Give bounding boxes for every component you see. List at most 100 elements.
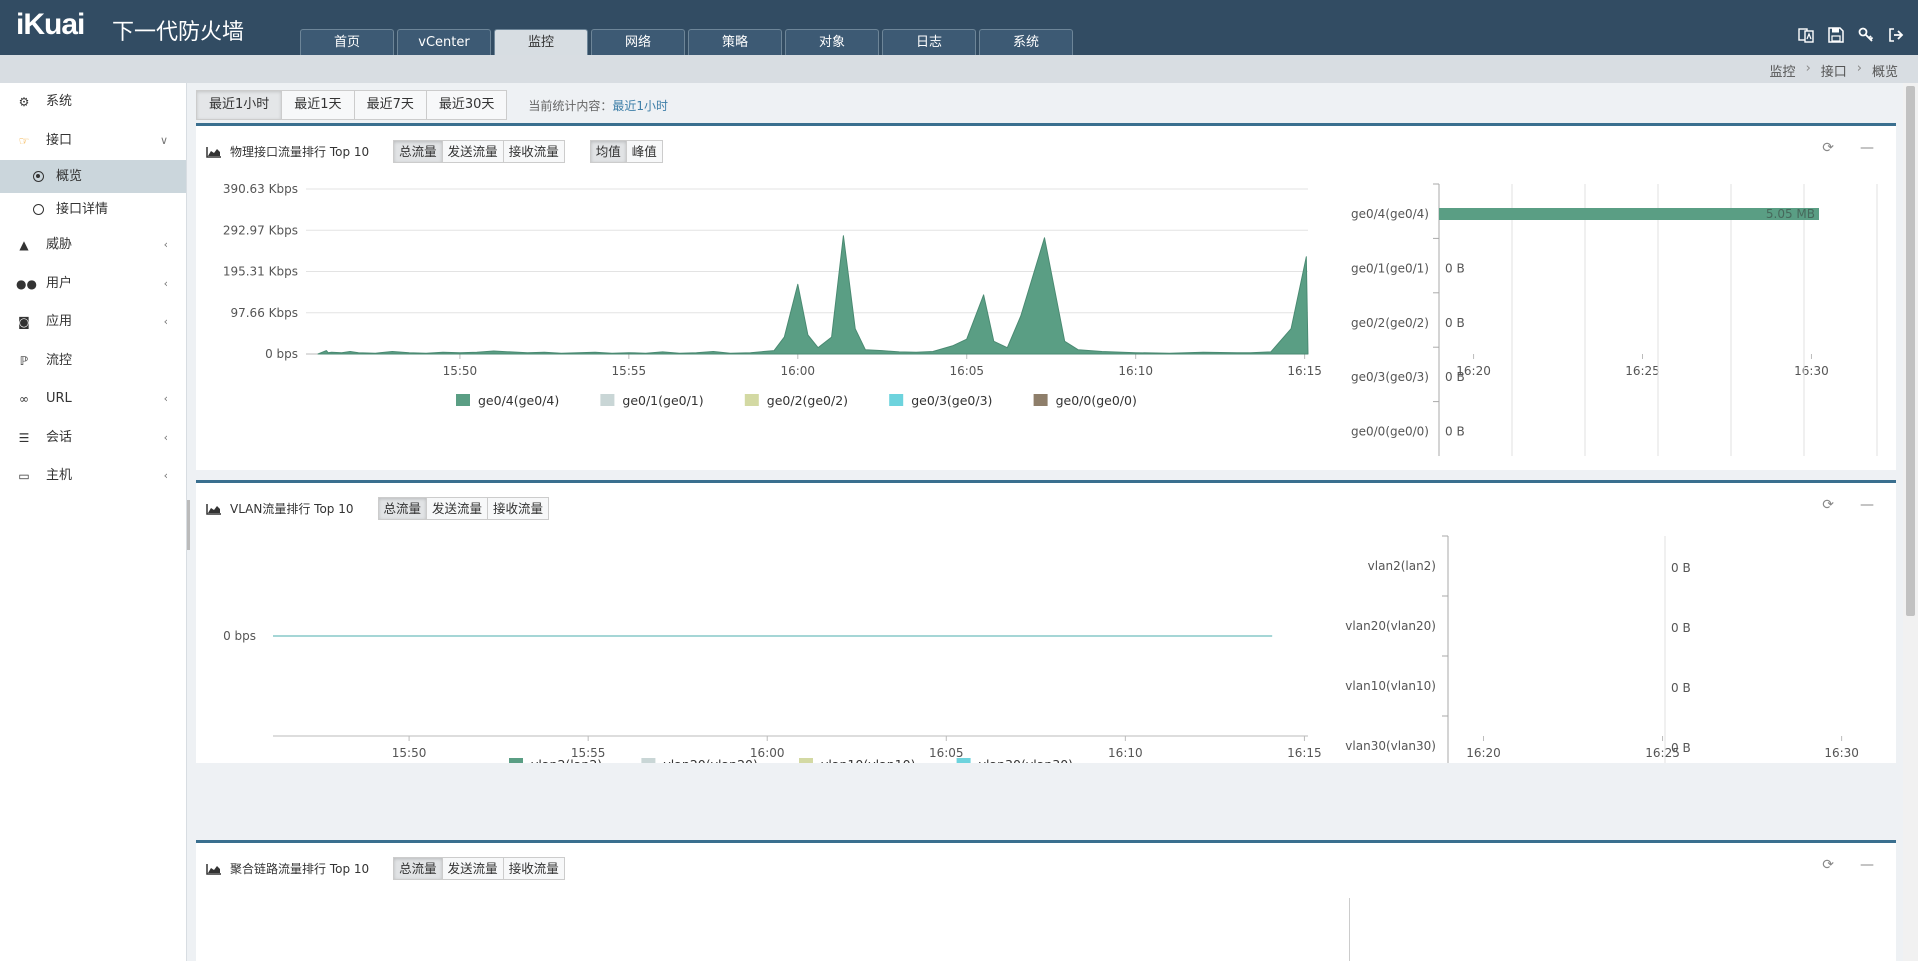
sidebar-item-label: URL — [46, 391, 72, 406]
panel-tools: ⟳ — — [1822, 857, 1874, 873]
nav-tab-vcenter[interactable]: vCenter — [397, 29, 491, 55]
chevron-left-icon: ‹ — [163, 315, 168, 328]
sidebar-item-flow-control[interactable]: ℙ 流控 — [0, 342, 186, 381]
x-tick-label: 16:15 — [1287, 364, 1322, 378]
logout-icon[interactable] — [1888, 27, 1904, 43]
aggregate-link-panel: 聚合链路流量排行 Top 10 总流量 发送流量 接收流量 ⟳ — — [196, 840, 1896, 961]
sidebar-item-label: 主机 — [46, 468, 73, 483]
bar-value-label: 0 B — [1445, 261, 1465, 275]
traffic-type-tabs: 总流量 发送流量 接收流量 — [393, 857, 565, 880]
bar-category-label: vlan10(vlan10) — [1345, 679, 1436, 693]
sidebar-subitem-interface-detail[interactable]: 接口详情 — [0, 193, 186, 226]
legend-label: ge0/1(ge0/1) — [622, 393, 703, 408]
sidebar-item-label: 流控 — [46, 352, 73, 368]
sidebar-item-label: 接口 — [46, 132, 73, 148]
current-stat-label: 当前统计内容：最近1小时 — [528, 97, 668, 114]
x-tick-label: 16:10 — [1118, 364, 1153, 378]
nav-tab-monitor[interactable]: 监控 — [494, 29, 588, 55]
sidebar-subitem-label: 接口详情 — [56, 202, 109, 217]
physical-interface-panel: 物理接口流量排行 Top 10 总流量 发送流量 接收流量 均值 峰值 ⟳ — … — [196, 123, 1896, 470]
sidebar-item-label: 应用 — [46, 314, 73, 329]
sidebar-item-label: 用户 — [46, 275, 73, 291]
nav-tab-home[interactable]: 首页 — [300, 29, 394, 55]
legend-label: vlan30(vlan30) — [979, 757, 1073, 763]
desktop-icon: ▭ — [18, 469, 30, 483]
panel-header: 聚合链路流量排行 Top 10 总流量 发送流量 接收流量 — [206, 857, 590, 880]
chevron-left-icon: ‹ — [163, 469, 168, 482]
nav-tab-object[interactable]: 对象 — [785, 29, 879, 55]
breadcrumb-monitor[interactable]: 监控 — [1770, 61, 1796, 80]
chevron-left-icon: ‹ — [163, 392, 168, 405]
sidebar-item-url[interactable]: ∞ URL ‹ — [0, 380, 186, 419]
bar-value-label: 0 B — [1671, 621, 1691, 635]
time-range-1d-button[interactable]: 最近1天 — [281, 90, 355, 120]
nav-tab-log[interactable]: 日志 — [882, 29, 976, 55]
legend-swatch — [889, 394, 904, 406]
x-tick-label: 15:50 — [392, 746, 427, 760]
sidebar-item-users[interactable]: ●● 用户 ‹ — [0, 265, 186, 304]
sidebar-subitem-overview[interactable]: 概览 — [0, 160, 186, 193]
vlan-panel: VLAN流量排行 Top 10 总流量 发送流量 接收流量 ⟳ — 0 bps 1… — [196, 480, 1896, 763]
x-tick-label: 16:30 — [1794, 364, 1829, 378]
nav-tab-system[interactable]: 系统 — [979, 29, 1073, 55]
refresh-icon[interactable]: ⟳ — [1822, 857, 1834, 873]
x-tick-label: 16:10 — [1108, 746, 1143, 760]
bar-category-label: ge0/4(ge0/4) — [1351, 207, 1429, 221]
legend-swatch — [509, 758, 523, 763]
x-tick-label: 16:00 — [780, 364, 815, 378]
top-header: iKuai 下一代防火墙 首页 vCenter 监控 网络 策略 对象 日志 系… — [0, 0, 1918, 55]
legend-label: vlan20(vlan20) — [663, 757, 757, 763]
breadcrumb: 监控 › 接口 › 概览 — [1770, 61, 1898, 80]
y-tick-label: 97.66 Kbps — [230, 306, 298, 320]
x-tick-label: 16:20 — [1466, 746, 1501, 760]
breadcrumb-separator: › — [1805, 61, 1811, 76]
scrollbar-thumb[interactable] — [1906, 86, 1915, 616]
sidebar: ⚙ 系统 ☞ 接口 ∨ 概览 接口详情 ▲ 威胁 ‹ ●● 用户 ‹ ◙ 应用 … — [0, 83, 187, 961]
chevron-down-icon: ∨ — [159, 133, 168, 147]
y-tick-label: 0 bps — [223, 629, 256, 643]
product-title: 下一代防火墙 — [112, 20, 245, 45]
key-icon[interactable] — [1858, 27, 1874, 43]
sidebar-item-session[interactable]: ☰ 会话 ‹ — [0, 419, 186, 458]
x-tick-label: 16:05 — [929, 746, 964, 760]
series-area-ge0-4 — [317, 235, 1309, 355]
bar-value-label: 0 B — [1671, 561, 1691, 575]
time-range-bar: 最近1小时 最近1天 最近7天 最近30天 当前统计内容：最近1小时 — [196, 90, 668, 120]
sidebar-item-label: 系统 — [46, 94, 73, 109]
sidebar-item-threat[interactable]: ▲ 威胁 ‹ — [0, 226, 186, 265]
sidebar-item-host[interactable]: ▭ 主机 ‹ — [0, 457, 186, 496]
receive-traffic-tab[interactable]: 接收流量 — [502, 857, 565, 880]
time-range-30d-button[interactable]: 最近30天 — [425, 90, 508, 120]
legend-label: ge0/3(ge0/3) — [911, 393, 992, 408]
x-tick-label: 16:30 — [1824, 746, 1859, 760]
legend-label: ge0/2(ge0/2) — [767, 393, 848, 408]
bar-category-label: vlan2(lan2) — [1368, 559, 1436, 573]
sidebar-item-system[interactable]: ⚙ 系统 — [0, 83, 186, 122]
breadcrumb-overview: 概览 — [1871, 65, 1898, 80]
page-scrollbar[interactable] — [1903, 83, 1918, 961]
panel-title: 聚合链路流量排行 Top 10 — [230, 862, 370, 876]
y-tick-label: 292.97 Kbps — [223, 223, 298, 237]
total-traffic-tab[interactable]: 总流量 — [393, 857, 443, 880]
users-icon: ●● — [16, 276, 37, 291]
breadcrumb-interface[interactable]: 接口 — [1821, 61, 1847, 80]
send-traffic-tab[interactable]: 发送流量 — [441, 857, 504, 880]
sidebar-item-interface[interactable]: ☞ 接口 ∨ — [0, 122, 186, 161]
time-range-7d-button[interactable]: 最近7天 — [353, 90, 427, 120]
sliders-icon: ☰ — [18, 430, 30, 445]
nav-tab-network[interactable]: 网络 — [591, 29, 685, 55]
nav-tab-policy[interactable]: 策略 — [688, 29, 782, 55]
bar-value-label: 0 B — [1445, 425, 1465, 439]
sidebar-item-apps[interactable]: ◙ 应用 ‹ — [0, 303, 186, 342]
ikuai-logo[interactable]: iKuai — [16, 8, 85, 42]
collapse-icon[interactable]: — — [1860, 857, 1874, 873]
bar-value-label: 0 B — [1671, 741, 1691, 755]
y-tick-label: 195.31 Kbps — [223, 265, 298, 279]
chevron-left-icon: ‹ — [163, 430, 168, 444]
language-icon[interactable] — [1798, 27, 1814, 43]
bar-value-label: 0 B — [1445, 316, 1465, 330]
chevron-left-icon: ‹ — [163, 276, 168, 290]
save-icon[interactable] — [1828, 27, 1844, 43]
time-range-1h-button[interactable]: 最近1小时 — [196, 90, 283, 120]
breadcrumb-separator: › — [1856, 61, 1862, 76]
